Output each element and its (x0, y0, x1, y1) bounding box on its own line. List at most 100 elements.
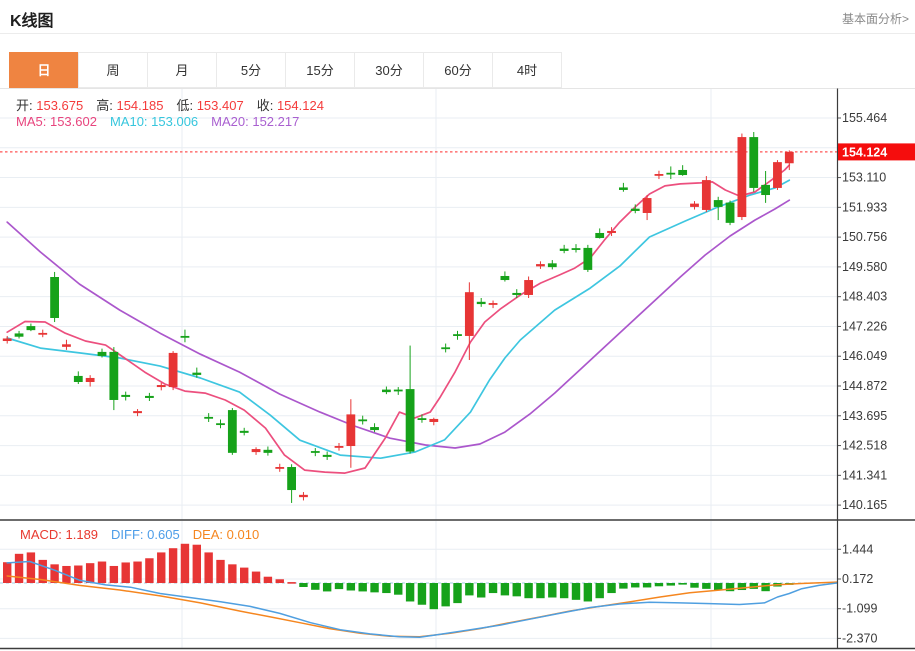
candle-body (216, 423, 225, 426)
candle-body (488, 303, 498, 305)
macd-bar (311, 583, 320, 590)
macd-axis-label: -1.099 (842, 602, 877, 616)
ma-legend: MA5: 153.602 MA10: 153.006 MA20: 152.217 (16, 114, 312, 129)
candle-body (73, 375, 83, 383)
candle-body (500, 275, 510, 281)
macd-row-item-1: DIFF: 0.605 (111, 527, 180, 542)
candle-body (145, 395, 154, 398)
macd-bar (358, 583, 367, 592)
kline-page: { "header": { "title": "K线图", "analysis_… (0, 0, 915, 651)
macd-axis-label: -2.370 (842, 631, 877, 645)
candle-body (773, 162, 782, 188)
candle-body (334, 446, 344, 448)
macd-axis-label: 0.172 (842, 572, 873, 586)
ohlc-row-item-2: 低: 153.407 (176, 98, 244, 113)
candle-body (50, 276, 59, 318)
macd-panel: 1.444 0.172 -1.099 -2.370 (0, 542, 877, 645)
macd-bar (702, 583, 711, 589)
candle-body (666, 172, 676, 175)
macd-bar (3, 562, 12, 584)
candle-body (263, 449, 273, 453)
macd-bar (524, 583, 533, 599)
macd-bar (334, 583, 344, 590)
candle-body (701, 180, 711, 210)
candle-body (299, 494, 308, 498)
candle-body (192, 372, 202, 375)
macd-bar (394, 583, 403, 595)
macd-bar (370, 583, 379, 593)
candle-body (630, 208, 640, 211)
macd-bar (441, 583, 450, 607)
candle-body (607, 230, 616, 233)
macd-bar (251, 571, 261, 584)
ma-row-item-0: MA5: 153.602 (16, 114, 97, 129)
macd-legend: MACD: 1.189 DIFF: 0.605 DEA: 0.010 (20, 527, 272, 542)
macd-bar (97, 561, 107, 584)
tab-interval-2[interactable]: 月 (147, 52, 217, 88)
tab-interval-1[interactable]: 周 (78, 52, 148, 88)
macd-bar (50, 564, 59, 584)
candle-body (156, 385, 166, 388)
macd-bar (548, 583, 557, 598)
price-axis-label: 149.580 (842, 260, 887, 274)
candle-body (749, 137, 759, 188)
macd-bar (299, 583, 308, 587)
macd-bar (477, 583, 486, 598)
candle-body (358, 419, 368, 422)
candle-body (559, 248, 569, 251)
macd-bar (654, 583, 664, 587)
tab-interval-6[interactable]: 60分 (423, 52, 493, 88)
macd-bar (512, 583, 521, 597)
macd-bar (228, 564, 237, 584)
candle-body (654, 174, 664, 176)
macd-bar (192, 544, 201, 584)
price-axis-label: 141.341 (842, 468, 887, 482)
macd-bar (121, 562, 130, 584)
macd-bar (382, 583, 391, 594)
price-axis-label: 144.872 (842, 379, 887, 393)
tab-interval-0[interactable]: 日 (9, 52, 79, 88)
tab-interval-3[interactable]: 5分 (216, 52, 286, 88)
candle-body (784, 151, 794, 164)
ma10-line (6, 179, 791, 460)
macd-bar (216, 559, 225, 584)
macd-bar (417, 583, 427, 605)
candle-body (619, 187, 628, 190)
candle-body (464, 292, 474, 336)
ohlc-legend: 开: 153.675 高: 154.185 低: 153.407 收: 154.124 (16, 95, 337, 114)
macd-bar (571, 583, 581, 600)
candle-body (595, 232, 605, 239)
macd-bar (465, 583, 474, 596)
candle-body (524, 280, 533, 295)
macd-bar (666, 583, 675, 586)
macd-bar (405, 583, 415, 602)
candle-body (441, 347, 451, 350)
candle-body (14, 333, 24, 337)
candle-body (678, 169, 688, 176)
candle-body (168, 352, 178, 388)
macd-bar (322, 583, 332, 592)
macd-row-item-0: MACD: 1.189 (20, 527, 99, 542)
candle-body (322, 454, 332, 457)
tab-interval-5[interactable]: 30分 (354, 52, 424, 88)
macd-bar (429, 583, 438, 610)
macd-bar (619, 583, 628, 589)
candle-body (382, 389, 391, 393)
candle-body (85, 377, 95, 383)
candle-body (571, 248, 581, 250)
macd-bar (263, 576, 273, 584)
ohlc-row-item-0: 开: 153.675 (16, 98, 84, 113)
candle-body (690, 203, 699, 207)
candle-body (26, 326, 36, 331)
price-axis-label: 155.464 (842, 111, 887, 125)
candle-body (346, 414, 356, 447)
tab-interval-4[interactable]: 15分 (285, 52, 355, 88)
ma5-line (6, 164, 791, 474)
last-price-tag: 154.124 (838, 143, 915, 161)
candle-body (62, 344, 71, 347)
candle-body (547, 263, 557, 268)
tab-interval-7[interactable]: 4时 (492, 52, 562, 88)
macd-axis-label: 1.444 (842, 542, 873, 556)
macd-bar (536, 583, 545, 599)
candle-body (287, 467, 296, 491)
